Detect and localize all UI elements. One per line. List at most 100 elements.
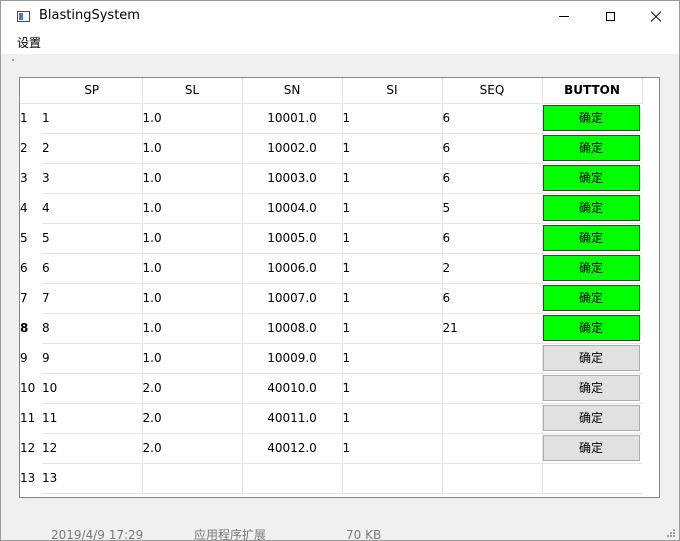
confirm-button[interactable]: 确定 — [542, 105, 640, 131]
cell-sp[interactable]: 5 — [42, 223, 143, 254]
confirm-button[interactable]: 确定 — [542, 195, 640, 221]
cell-sn[interactable]: 40011.0 — [242, 403, 343, 434]
cell-sn[interactable]: 10001.0 — [242, 103, 343, 134]
column-header-seq[interactable]: SEQ — [442, 78, 543, 104]
menu-item-settings[interactable]: 设置 — [11, 34, 47, 52]
column-header-sl[interactable]: SL — [142, 78, 243, 104]
row-header[interactable]: 9 — [20, 343, 42, 373]
cell-si[interactable]: 1 — [342, 193, 443, 224]
cell-sn[interactable]: 10005.0 — [242, 223, 343, 254]
confirm-button[interactable]: 确定 — [542, 345, 640, 371]
resize-grip[interactable] — [667, 529, 675, 537]
cell-si[interactable]: 1 — [342, 373, 443, 404]
cell-si[interactable]: 1 — [342, 133, 443, 164]
confirm-button[interactable]: 确定 — [542, 405, 640, 431]
cell-sn[interactable]: 10004.0 — [242, 193, 343, 224]
cell-seq[interactable]: 6 — [442, 163, 543, 194]
close-button[interactable] — [633, 1, 679, 32]
row-header[interactable]: 12 — [20, 433, 42, 463]
cell-sl[interactable]: 2.0 — [142, 403, 243, 434]
column-header-button[interactable]: BUTTON — [542, 78, 643, 104]
cell-sp[interactable]: 13 — [42, 463, 143, 494]
cell-sn[interactable]: 10008.0 — [242, 313, 343, 344]
cell-si[interactable] — [342, 463, 443, 494]
cell-sn[interactable]: 40010.0 — [242, 373, 343, 404]
cell-si[interactable]: 1 — [342, 163, 443, 194]
cell-sl[interactable]: 2.0 — [142, 373, 243, 404]
confirm-button[interactable]: 确定 — [542, 435, 640, 461]
row-header[interactable]: 5 — [20, 223, 42, 253]
cell-button[interactable] — [542, 463, 642, 494]
cell-sp[interactable]: 3 — [42, 163, 143, 194]
cell-sn[interactable]: 10002.0 — [242, 133, 343, 164]
confirm-button[interactable]: 确定 — [542, 225, 640, 251]
cell-sl[interactable]: 2.0 — [142, 433, 243, 464]
confirm-button[interactable]: 确定 — [542, 375, 640, 401]
cell-si[interactable]: 1 — [342, 223, 443, 254]
cell-seq[interactable]: 6 — [442, 103, 543, 134]
cell-sl[interactable]: 1.0 — [142, 343, 243, 374]
cell-sp[interactable]: 11 — [42, 403, 143, 434]
cell-seq[interactable] — [442, 403, 543, 434]
cell-si[interactable]: 1 — [342, 433, 443, 464]
cell-si[interactable]: 1 — [342, 403, 443, 434]
minimize-button[interactable] — [541, 1, 587, 32]
cell-seq[interactable]: 5 — [442, 193, 543, 224]
cell-seq[interactable] — [442, 433, 543, 464]
confirm-button[interactable]: 确定 — [542, 255, 640, 281]
cell-seq[interactable]: 6 — [442, 223, 543, 254]
cell-sn[interactable]: 40012.0 — [242, 433, 343, 464]
maximize-button[interactable] — [587, 1, 633, 32]
cell-seq[interactable]: 6 — [442, 283, 543, 314]
confirm-button[interactable]: 确定 — [542, 135, 640, 161]
cell-sl[interactable]: 1.0 — [142, 283, 243, 314]
cell-sn[interactable]: 10003.0 — [242, 163, 343, 194]
cell-seq[interactable] — [442, 373, 543, 404]
cell-sp[interactable]: 7 — [42, 283, 143, 314]
cell-sp[interactable]: 10 — [42, 373, 143, 404]
cell-sp[interactable]: 4 — [42, 193, 143, 224]
row-header[interactable]: 1 — [20, 103, 42, 133]
toolbar-handle[interactable] — [12, 59, 14, 61]
cell-sp[interactable]: 2 — [42, 133, 143, 164]
column-header-sn[interactable]: SN — [242, 78, 343, 104]
row-header[interactable]: 2 — [20, 133, 42, 163]
cell-sn[interactable] — [242, 463, 343, 494]
row-header[interactable]: 8 — [20, 313, 42, 343]
cell-sl[interactable]: 1.0 — [142, 313, 243, 344]
cell-sp[interactable]: 8 — [42, 313, 143, 344]
cell-sl[interactable] — [142, 463, 243, 494]
row-header[interactable]: 10 — [20, 373, 42, 403]
cell-sp[interactable]: 12 — [42, 433, 143, 464]
cell-seq[interactable]: 6 — [442, 133, 543, 164]
row-header[interactable]: 13 — [20, 463, 42, 493]
cell-si[interactable]: 1 — [342, 343, 443, 374]
confirm-button[interactable]: 确定 — [542, 315, 640, 341]
cell-si[interactable]: 1 — [342, 103, 443, 134]
confirm-button[interactable]: 确定 — [542, 165, 640, 191]
cell-si[interactable]: 1 — [342, 253, 443, 284]
cell-sn[interactable]: 10006.0 — [242, 253, 343, 284]
cell-sp[interactable]: 1 — [42, 103, 143, 134]
cell-sl[interactable]: 1.0 — [142, 253, 243, 284]
cell-sl[interactable]: 1.0 — [142, 133, 243, 164]
cell-seq[interactable]: 2 — [442, 253, 543, 284]
cell-sp[interactable]: 9 — [42, 343, 143, 374]
cell-seq[interactable] — [442, 463, 543, 494]
column-header-sp[interactable]: SP — [42, 78, 143, 104]
cell-sl[interactable]: 1.0 — [142, 103, 243, 134]
row-header[interactable]: 3 — [20, 163, 42, 193]
confirm-button[interactable]: 确定 — [542, 285, 640, 311]
cell-si[interactable]: 1 — [342, 313, 443, 344]
cell-sl[interactable]: 1.0 — [142, 163, 243, 194]
cell-seq[interactable]: 21 — [442, 313, 543, 344]
cell-sn[interactable]: 10009.0 — [242, 343, 343, 374]
row-header[interactable]: 4 — [20, 193, 42, 223]
cell-sp[interactable]: 6 — [42, 253, 143, 284]
row-header[interactable]: 6 — [20, 253, 42, 283]
cell-seq[interactable] — [442, 343, 543, 374]
cell-sl[interactable]: 1.0 — [142, 193, 243, 224]
row-header[interactable]: 11 — [20, 403, 42, 433]
cell-sl[interactable]: 1.0 — [142, 223, 243, 254]
cell-sn[interactable]: 10007.0 — [242, 283, 343, 314]
